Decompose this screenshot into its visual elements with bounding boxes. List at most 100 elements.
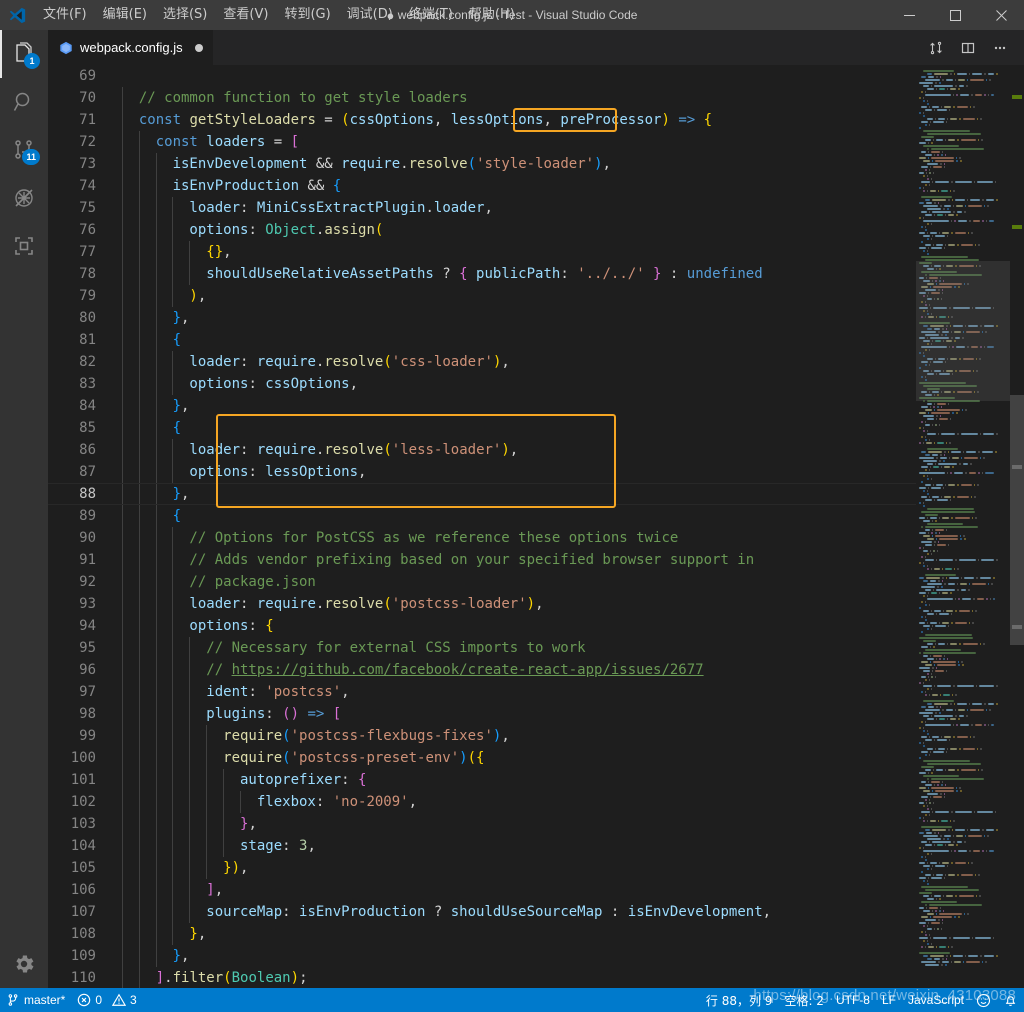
minimap-line bbox=[931, 865, 934, 867]
sidebar-item-settings[interactable] bbox=[0, 940, 48, 988]
minimap-line bbox=[923, 550, 928, 552]
vertical-scrollbar-thumb[interactable] bbox=[1010, 395, 1024, 645]
status-feedback[interactable] bbox=[970, 988, 997, 1012]
code-line[interactable]: 101 autoprefixer: { bbox=[48, 769, 916, 791]
code-line[interactable]: 110 ].filter(Boolean); bbox=[48, 967, 916, 988]
line-number: 72 bbox=[79, 134, 96, 150]
close-button[interactable] bbox=[978, 0, 1024, 30]
code-line[interactable]: 108 }, bbox=[48, 923, 916, 945]
minimap[interactable] bbox=[916, 65, 1010, 988]
sidebar-item-explorer[interactable]: 1 bbox=[0, 30, 48, 78]
status-cursor-position[interactable]: 行 88，列 9 bbox=[700, 988, 779, 1012]
minimap-line bbox=[941, 919, 944, 921]
status-problems-item[interactable]: 0 3 bbox=[71, 988, 142, 1012]
menu-terminal[interactable]: 终端(T) bbox=[401, 0, 461, 30]
code-line[interactable]: 77 {}, bbox=[48, 241, 916, 263]
code-line[interactable]: 78 shouldUseRelativeAssetPaths ? { publi… bbox=[48, 263, 916, 285]
minimap-line bbox=[946, 88, 949, 90]
more-actions-icon[interactable] bbox=[986, 30, 1014, 65]
code-line[interactable]: 86 loader: require.resolve('less-loader'… bbox=[48, 439, 916, 461]
minimap-line bbox=[919, 682, 921, 684]
minimap-line bbox=[921, 871, 923, 873]
code-line[interactable]: 96 // https://github.com/facebook/create… bbox=[48, 659, 916, 681]
tab-dirty-indicator[interactable] bbox=[194, 43, 203, 52]
code-line[interactable]: 99 require('postcss-flexbugs-fixes'), bbox=[48, 725, 916, 747]
minimap-line bbox=[941, 151, 944, 153]
split-editor-icon[interactable] bbox=[954, 30, 982, 65]
code-line[interactable]: 84 }, bbox=[48, 395, 916, 417]
menu-go[interactable]: 转到(G) bbox=[276, 0, 338, 30]
code-line[interactable]: 106 ], bbox=[48, 879, 916, 901]
code-line[interactable]: 104 stage: 3, bbox=[48, 835, 916, 857]
minimize-button[interactable] bbox=[886, 0, 932, 30]
code-line[interactable]: 98 plugins: () => [ bbox=[48, 703, 916, 725]
status-encoding[interactable]: UTF-8 bbox=[830, 988, 876, 1012]
sidebar-item-extensions[interactable] bbox=[0, 222, 48, 270]
code-line[interactable]: 105 }), bbox=[48, 857, 916, 879]
code-line[interactable]: 87 options: lessOptions, bbox=[48, 461, 916, 483]
code-line[interactable]: 97 ident: 'postcss', bbox=[48, 681, 916, 703]
minimap-line bbox=[951, 829, 953, 831]
status-error-count: 0 bbox=[95, 993, 103, 1007]
minimap-line bbox=[987, 724, 990, 726]
minimap-line bbox=[943, 655, 946, 657]
menu-selection[interactable]: 选择(S) bbox=[155, 0, 215, 30]
code-line[interactable]: 83 options: cssOptions, bbox=[48, 373, 916, 395]
minimap-line bbox=[948, 139, 955, 141]
code-line[interactable]: 93 loader: require.resolve('postcss-load… bbox=[48, 593, 916, 615]
minimap-slider[interactable] bbox=[916, 261, 1010, 401]
editor-scrollbar[interactable] bbox=[1010, 65, 1024, 988]
minimap-line bbox=[973, 484, 976, 486]
code-line[interactable]: 73 isEnvDevelopment && require.resolve('… bbox=[48, 153, 916, 175]
minimap-line bbox=[950, 592, 952, 594]
menu-edit[interactable]: 编辑(E) bbox=[95, 0, 155, 30]
menu-debug[interactable]: 调试(D) bbox=[339, 0, 401, 30]
menu-view[interactable]: 查看(V) bbox=[215, 0, 276, 30]
code-line[interactable]: 76 options: Object.assign( bbox=[48, 219, 916, 241]
minimap-line bbox=[987, 94, 990, 96]
minimap-line bbox=[968, 835, 982, 837]
status-eol[interactable]: LF bbox=[876, 988, 902, 1012]
code-line[interactable]: 95 // Necessary for external CSS imports… bbox=[48, 637, 916, 659]
code-line[interactable]: 70 // common function to get style loade… bbox=[48, 87, 916, 109]
code-line[interactable]: 89 { bbox=[48, 505, 916, 527]
minimap-line bbox=[923, 220, 949, 222]
status-notifications[interactable] bbox=[997, 988, 1024, 1012]
code-line[interactable]: 100 require('postcss-preset-env')({ bbox=[48, 747, 916, 769]
code-line[interactable]: 80 }, bbox=[48, 307, 916, 329]
code-line[interactable]: 88 }, bbox=[48, 483, 916, 505]
minimap-line bbox=[940, 406, 943, 408]
sidebar-item-source-control[interactable]: 11 bbox=[0, 126, 48, 174]
code-line[interactable]: 81 { bbox=[48, 329, 916, 351]
code-line[interactable]: 69 bbox=[48, 65, 916, 87]
line-number: 102 bbox=[70, 794, 96, 810]
code-line[interactable]: 75 loader: MiniCssExtractPlugin.loader, bbox=[48, 197, 916, 219]
code-line[interactable]: 102 flexbox: 'no-2009', bbox=[48, 791, 916, 813]
code-line[interactable]: 79 ), bbox=[48, 285, 916, 307]
sidebar-item-search[interactable] bbox=[0, 78, 48, 126]
split-compare-icon[interactable] bbox=[922, 30, 950, 65]
tab-webpack-config[interactable]: webpack.config.js bbox=[48, 30, 214, 65]
code-viewport[interactable]: 69 70 // common function to get style loa… bbox=[48, 65, 916, 988]
code-line[interactable]: 74 isEnvProduction && { bbox=[48, 175, 916, 197]
menu-help[interactable]: 帮助(H) bbox=[461, 0, 523, 30]
code-line[interactable]: 94 options: { bbox=[48, 615, 916, 637]
code-line[interactable]: 91 // Adds vendor prefixing based on you… bbox=[48, 549, 916, 571]
code-line[interactable]: 85 { bbox=[48, 417, 916, 439]
status-branch-item[interactable]: master* bbox=[0, 988, 71, 1012]
code-line[interactable]: 92 // package.json bbox=[48, 571, 916, 593]
code-line[interactable]: 109 }, bbox=[48, 945, 916, 967]
minimap-line bbox=[952, 937, 970, 939]
code-line[interactable]: 82 loader: require.resolve('css-loader')… bbox=[48, 351, 916, 373]
status-indentation[interactable]: 空格: 2 bbox=[778, 988, 830, 1012]
code-line[interactable]: 72 const loaders = [ bbox=[48, 131, 916, 153]
minimap-line bbox=[946, 895, 953, 897]
code-line[interactable]: 103 }, bbox=[48, 813, 916, 835]
status-language-mode[interactable]: JavaScript bbox=[902, 988, 970, 1012]
code-line[interactable]: 90 // Options for PostCSS as we referenc… bbox=[48, 527, 916, 549]
maximize-button[interactable] bbox=[932, 0, 978, 30]
sidebar-item-run-debug[interactable] bbox=[0, 174, 48, 222]
menu-file[interactable]: 文件(F) bbox=[35, 0, 95, 30]
code-line[interactable]: 107 sourceMap: isEnvProduction ? shouldU… bbox=[48, 901, 916, 923]
code-line[interactable]: 71 const getStyleLoaders = (cssOptions, … bbox=[48, 109, 916, 131]
